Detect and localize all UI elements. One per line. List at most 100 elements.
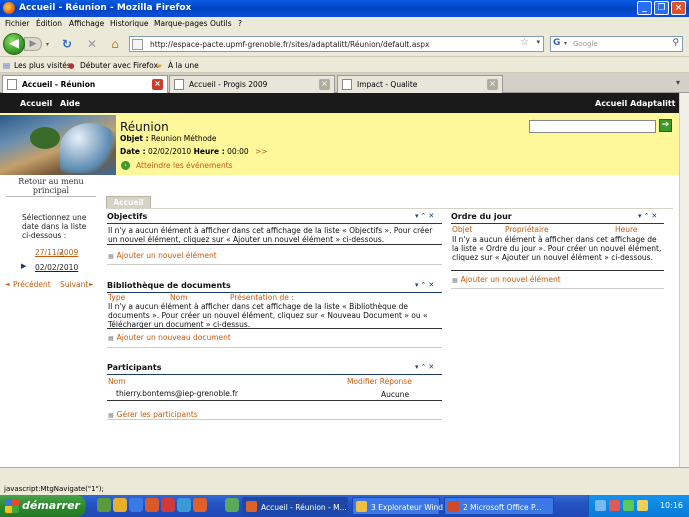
objet-label: Objet : — [120, 134, 149, 143]
page-viewport: Accueil Aide Accueil Adaptalitt Réunion … — [0, 93, 679, 467]
manage-participants-link[interactable]: Gérer les participants — [108, 410, 198, 419]
tab-accueil-reunion[interactable]: Accueil - Réunion × — [2, 75, 168, 94]
back-to-main-menu-link[interactable]: Retour au menu principal — [6, 177, 96, 195]
menu-affichage[interactable]: Affichage — [69, 19, 104, 28]
page-title: Réunion — [120, 120, 169, 134]
task-explorer[interactable]: 3 Explorateur Wind... — [352, 497, 450, 515]
tab-accueil[interactable]: Accueil — [106, 196, 151, 208]
quicklaunch-app3-icon[interactable] — [225, 498, 239, 512]
date-value: 02/02/2010 — [147, 147, 192, 156]
tab-progis[interactable]: Accueil - Progis 2009 × — [169, 75, 335, 93]
bookmark-latest-headlines[interactable]: À la une — [168, 61, 199, 70]
navigation-toolbar: ▶ ◀ ▾ ↻ ✕ ⌂ http://espace-pacte.upmf-gre… — [0, 31, 689, 57]
minimize-button[interactable]: _ — [637, 1, 652, 15]
menu-edition[interactable]: Édition — [36, 19, 62, 28]
menu-historique[interactable]: Historique — [110, 19, 148, 28]
search-icon[interactable]: ⚲ — [672, 38, 679, 48]
col-modifier-reponse[interactable]: Modifier Réponse — [347, 377, 412, 386]
firefox-bookmark-icon: ● — [68, 61, 75, 70]
webpart-menu-icons[interactable]: ▾⌃✕ — [415, 363, 436, 371]
date-label: Date : — [120, 147, 146, 156]
task-label: Accueil - Réunion - M... — [261, 503, 347, 512]
vertical-scrollbar[interactable] — [679, 93, 689, 467]
date-link-1[interactable]: 27/11/2009 — [35, 248, 78, 257]
bookmark-most-visited[interactable]: Les plus visités — [14, 61, 71, 70]
url-dropdown-icon[interactable]: ▾ — [536, 38, 540, 46]
date-link-2[interactable]: 02/02/2010 — [35, 263, 78, 272]
search-box[interactable]: G ▾ Google ⚲ — [550, 36, 683, 52]
history-dropdown-icon[interactable]: ▾ — [46, 41, 49, 48]
tab-close-icon[interactable]: × — [319, 79, 330, 90]
events-link[interactable]: Atteindre les événements — [136, 161, 233, 170]
tab-list-icon[interactable]: ▾ — [676, 78, 680, 87]
webpart-menu-icons[interactable]: ▾⌃✕ — [415, 281, 436, 289]
sp-search-input[interactable] — [529, 120, 656, 133]
tab-impact[interactable]: Impact - Qualite × — [337, 75, 503, 93]
col-proprietaire[interactable]: Propriétaire — [505, 225, 549, 234]
tray-icon[interactable] — [595, 500, 606, 511]
divider — [107, 347, 442, 348]
prev-arrow-icon: ◄ — [5, 281, 10, 288]
bookmark-star-icon[interactable]: ☆ — [520, 37, 529, 48]
col-objet[interactable]: Objet — [452, 225, 472, 234]
menu-help[interactable]: ? — [238, 19, 242, 28]
quicklaunch-explorer-icon[interactable] — [113, 498, 127, 512]
ordre-add-link[interactable]: Ajouter un nouvel élément — [452, 275, 561, 284]
tab-close-icon[interactable]: × — [152, 79, 163, 90]
stop-icon[interactable]: ✕ — [85, 37, 99, 51]
col-type[interactable]: Type — [108, 293, 125, 302]
quicklaunch-ie-icon[interactable] — [129, 498, 143, 512]
col-presentation[interactable]: Présentation de : — [230, 293, 294, 302]
tab-close-icon[interactable]: × — [487, 79, 498, 90]
bookmarks-bar: ▤ Les plus visités ● Débuter avec Firefo… — [0, 57, 689, 73]
start-button[interactable]: démarrer — [0, 495, 86, 517]
webpart-menu-icons[interactable]: ▾⌃✕ — [638, 212, 659, 220]
site-logo-image — [0, 115, 116, 175]
objectifs-add-link[interactable]: Ajouter un nouvel élément — [108, 251, 217, 260]
quicklaunch-app-icon[interactable] — [161, 498, 175, 512]
maximize-button[interactable]: ❐ — [654, 1, 669, 15]
forward-button[interactable]: ▶ — [24, 37, 42, 51]
tray-icon[interactable] — [637, 500, 648, 511]
tray-icon[interactable] — [609, 500, 620, 511]
col-heure[interactable]: Heure — [615, 225, 638, 234]
date-instructions: Sélectionnez une date dans la liste ci-d… — [22, 213, 87, 240]
col-nom[interactable]: Nom — [108, 377, 126, 386]
back-button[interactable]: ◀ — [3, 33, 25, 55]
google-icon[interactable]: G — [553, 38, 564, 50]
webpart-title-line — [107, 374, 442, 375]
nav-site-link[interactable]: Accueil Adaptalitt — [595, 99, 675, 108]
task-label: 2 Microsoft Office P... — [463, 503, 542, 512]
nav-home-link[interactable]: Accueil — [20, 99, 52, 108]
status-text: javascript:MtgNavigate("1"); — [4, 485, 104, 493]
menu-fichier[interactable]: Fichier — [5, 19, 30, 28]
home-icon[interactable]: ⌂ — [108, 37, 122, 51]
search-engine-dropdown-icon[interactable]: ▾ — [564, 40, 567, 47]
bookmark-getting-started[interactable]: Débuter avec Firefox — [80, 61, 158, 70]
hand-cursor-icon: ☝ — [58, 249, 65, 260]
quicklaunch-firefox-icon[interactable] — [193, 498, 207, 512]
url-bar[interactable]: http://espace-pacte.upmf-grenoble.fr/sit… — [129, 36, 544, 52]
quicklaunch-desktop-icon[interactable] — [97, 498, 111, 512]
divider — [6, 196, 96, 197]
bookmark-icon: ▤ — [3, 61, 11, 70]
status-bar: javascript:MtgNavigate("1"); — [0, 467, 689, 495]
next-link[interactable]: Suivant — [60, 280, 88, 289]
previous-link[interactable]: Précédent — [13, 280, 51, 289]
close-button[interactable]: × — [671, 1, 686, 15]
task-office[interactable]: 2 Microsoft Office P... — [444, 497, 554, 515]
biblio-add-link[interactable]: Ajouter un nouveau document — [108, 333, 231, 342]
quicklaunch-media-icon[interactable] — [145, 498, 159, 512]
reload-icon[interactable]: ↻ — [60, 37, 74, 51]
tray-icon[interactable] — [623, 500, 634, 511]
nav-help-link[interactable]: Aide — [60, 99, 80, 108]
col-nom[interactable]: Nom — [170, 293, 188, 302]
menu-marque-pages[interactable]: Marque-pages — [154, 19, 208, 28]
quicklaunch-app2-icon[interactable] — [177, 498, 191, 512]
next-meeting-link[interactable]: >> — [255, 147, 268, 156]
webpart-objectifs: Objectifs ▾⌃✕ Il n'y a aucun élément à a… — [107, 212, 442, 267]
menu-outils[interactable]: Outils — [210, 19, 232, 28]
task-firefox[interactable]: Accueil - Réunion - M... — [242, 497, 348, 515]
sp-search-go-button[interactable]: ➔ — [659, 119, 672, 132]
webpart-menu-icons[interactable]: ▾⌃✕ — [415, 212, 436, 220]
